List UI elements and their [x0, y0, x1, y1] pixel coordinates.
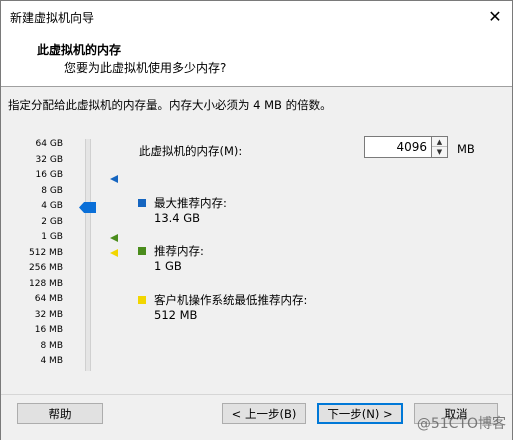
scale-label: 16 MB: [34, 325, 63, 335]
memory-label: 此虚拟机的内存(M):: [139, 144, 243, 158]
guest-min-value: 512 MB: [154, 308, 198, 322]
spin-down-icon[interactable]: ▼: [432, 147, 447, 157]
max-recommended-swatch: [138, 199, 146, 207]
recommended-marker-icon: [110, 234, 118, 242]
footer-divider: [1, 394, 512, 395]
title-bar: 新建虚拟机向导 ✕: [1, 1, 512, 31]
recommended-swatch: [138, 247, 146, 255]
scale-label: 256 MB: [29, 263, 63, 273]
scale-label: 1 GB: [41, 232, 63, 242]
close-button[interactable]: ✕: [478, 1, 512, 31]
spin-up-icon[interactable]: ▲: [432, 137, 447, 147]
guest-min-swatch: [138, 296, 146, 304]
wizard-header: 此虚拟机的内存 您要为此虚拟机使用多少内存?: [1, 31, 512, 84]
page-subtitle: 您要为此虚拟机使用多少内存?: [64, 61, 227, 75]
close-icon: ✕: [488, 6, 502, 26]
recommended-title: 推荐内存:: [154, 244, 204, 258]
watermark: @51CTO博客: [416, 416, 506, 432]
wizard-body: 指定分配给此虚拟机的内存量。内存大小必须为 4 MB 的倍数。 64 GB 32…: [1, 87, 512, 440]
guest-min-title: 客户机操作系统最低推荐内存:: [154, 293, 308, 307]
scale-label: 128 MB: [29, 278, 63, 289]
memory-scale: 64 GB 32 GB 16 GB 8 GB 4 GB 2 GB 1 GB 51…: [1, 139, 91, 379]
page-title: 此虚拟机的内存: [37, 43, 122, 57]
max-recommended-title: 最大推荐内存:: [154, 196, 227, 210]
scale-label: 64 GB: [35, 139, 63, 149]
scale-label: 32 GB: [35, 154, 63, 165]
guest-min-marker-icon: [110, 249, 118, 257]
recommended-value: 1 GB: [154, 259, 182, 273]
next-button[interactable]: 下一步(N) >: [317, 403, 403, 424]
memory-input[interactable]: [364, 136, 432, 158]
scale-label: 2 GB: [41, 216, 63, 227]
scale-label: 32 MB: [34, 309, 63, 320]
scale-label: 8 MB: [40, 340, 63, 351]
scale-label: 4 MB: [40, 356, 63, 366]
memory-spinner[interactable]: ▲ ▼: [432, 136, 448, 158]
memory-slider-track[interactable]: [85, 139, 91, 371]
max-recommended-value: 13.4 GB: [154, 211, 201, 225]
new-vm-wizard-window: 新建虚拟机向导 ✕ 此虚拟机的内存 您要为此虚拟机使用多少内存? 指定分配给此虚…: [0, 0, 513, 440]
scale-label: 4 GB: [41, 201, 63, 211]
memory-unit: MB: [457, 142, 475, 156]
instruction-text: 指定分配给此虚拟机的内存量。内存大小必须为 4 MB 的倍数。: [8, 98, 332, 112]
max-recommended-marker-icon: [110, 175, 118, 183]
scale-label: 8 GB: [41, 185, 63, 196]
scale-label: 16 GB: [35, 170, 63, 180]
scale-label: 64 MB: [34, 294, 63, 304]
help-button[interactable]: 帮助: [17, 403, 103, 424]
scale-label: 512 MB: [29, 247, 63, 258]
back-button[interactable]: < 上一步(B): [222, 403, 306, 424]
window-title: 新建虚拟机向导: [10, 11, 95, 25]
